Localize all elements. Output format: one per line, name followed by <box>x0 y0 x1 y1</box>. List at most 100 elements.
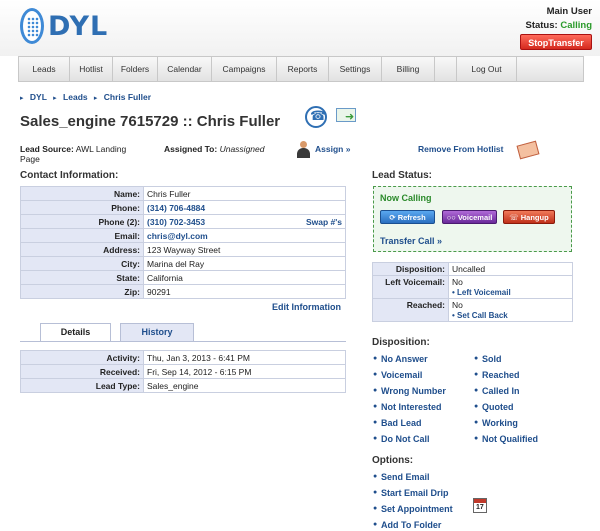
option-start-email-drip[interactable]: Start Email Drip <box>381 488 449 498</box>
logo-keypad-icon <box>20 8 44 44</box>
assign-link[interactable]: Assign » <box>315 144 350 154</box>
tab-history[interactable]: History <box>120 323 194 341</box>
refresh-button[interactable]: ⟳ Refresh <box>380 210 435 224</box>
disposition-sold[interactable]: Sold <box>482 354 502 364</box>
hangup-button[interactable]: ☏ Hangup <box>503 210 555 224</box>
send-email-icon[interactable] <box>336 108 356 123</box>
field-label: Phone (2): <box>20 214 144 229</box>
bullet-icon: ● <box>373 355 378 362</box>
page-title: Sales_engine 7615729 :: Chris Fuller <box>20 113 281 130</box>
edit-information-link[interactable]: Edit Information <box>272 302 341 312</box>
disposition-reached[interactable]: Reached <box>482 370 520 380</box>
user-name: Main User <box>546 6 592 17</box>
field-label: Address: <box>20 242 144 257</box>
option-send-email[interactable]: Send Email <box>381 472 430 482</box>
breadcrumb-lead-name[interactable]: Chris Fuller <box>104 92 151 102</box>
phone-link[interactable]: (314) 706-4884 <box>147 203 205 213</box>
tab-divider <box>20 341 346 342</box>
lead-status-header: Lead Status: <box>372 170 433 181</box>
bullet-icon: ● <box>373 419 378 426</box>
disposition-voicemail[interactable]: Voicemail <box>381 370 422 380</box>
nav-reports[interactable]: Reports <box>277 57 329 81</box>
bullet-icon: ● <box>373 473 378 480</box>
status-value: Calling <box>560 20 592 31</box>
zip-value: 90291 <box>143 284 346 299</box>
address-value: 123 Wayway Street <box>143 242 346 257</box>
disposition-quoted[interactable]: Quoted <box>482 402 514 412</box>
city-value: Marina del Ray <box>143 256 346 271</box>
bullet-icon: ● <box>373 489 378 496</box>
bullet-icon: ● <box>474 403 479 410</box>
disposition-no-answer[interactable]: No Answer <box>381 354 428 364</box>
table-row: Disposition: Uncalled <box>372 262 573 276</box>
nav-calendar[interactable]: Calendar <box>158 57 212 81</box>
bullet-icon: ● <box>373 403 378 410</box>
disposition-working[interactable]: Working <box>482 418 518 428</box>
field-label: Disposition: <box>372 262 449 276</box>
call-status: Status: Calling <box>520 19 592 33</box>
refresh-label: Refresh <box>397 213 426 222</box>
left-voicemail-cell: No • Left Voicemail <box>448 275 573 299</box>
phone2-value-cell: (310) 702-3453 Swap #'s <box>143 214 346 229</box>
hangup-phone-icon: ☏ <box>509 213 521 222</box>
field-label: Phone: <box>20 200 144 215</box>
email-link[interactable]: chris@dyl.com <box>147 231 208 241</box>
nav-leads[interactable]: Leads <box>19 57 70 81</box>
assigned-to: Assigned To: Unassigned <box>164 144 264 154</box>
lead-source-label: Lead Source: <box>20 144 74 154</box>
dyl-logo[interactable]: DYL <box>20 8 108 44</box>
hotlist-tag-icon[interactable] <box>516 140 540 160</box>
nav-settings[interactable]: Settings <box>329 57 382 81</box>
transfer-call-link[interactable]: Transfer Call » <box>380 236 442 246</box>
bullet-icon: ● <box>373 371 378 378</box>
activity-value: Thu, Jan 3, 2013 - 6:41 PM <box>143 350 346 365</box>
option-set-appointment[interactable]: Set Appointment <box>381 504 453 514</box>
now-calling-label: Now Calling <box>380 193 432 203</box>
call-control-box: Now Calling ⟳ Refresh ○○ Voicemail ☏ Han… <box>373 186 572 252</box>
field-label: City: <box>20 256 144 271</box>
nav-logout[interactable]: Log Out <box>457 57 517 81</box>
assigned-to-label: Assigned To: <box>164 144 218 154</box>
option-add-to-folder[interactable]: Add To Folder <box>381 520 441 530</box>
user-status-box: Main User Status: Calling StopTransfer <box>520 5 592 51</box>
disposition-not-interested[interactable]: Not Interested <box>381 402 442 412</box>
reached-cell: No • Set Call Back <box>448 298 573 322</box>
tab-details[interactable]: Details <box>40 323 111 341</box>
disposition-called-in[interactable]: Called In <box>482 386 520 396</box>
phone2-link[interactable]: (310) 702-3453 <box>147 217 205 227</box>
bullet-icon: ● <box>373 387 378 394</box>
disposition-bad-lead[interactable]: Bad Lead <box>381 418 422 428</box>
reached-value: No <box>452 300 463 310</box>
disposition-not-qualified[interactable]: Not Qualified <box>482 434 538 444</box>
call-phone-icon[interactable] <box>305 106 327 128</box>
stop-transfer-button[interactable]: StopTransfer <box>520 34 592 50</box>
received-value: Fri, Sep 14, 2012 - 6:15 PM <box>143 364 346 379</box>
remove-from-hotlist-link[interactable]: Remove From Hotlist <box>418 144 504 154</box>
main-nav: Leads Hotlist Folders Calendar Campaigns… <box>18 56 584 82</box>
nav-billing[interactable]: Billing <box>382 57 435 81</box>
disposition-header: Disposition: <box>372 337 430 348</box>
nav-hotlist[interactable]: Hotlist <box>70 57 113 81</box>
breadcrumb-dyl[interactable]: DYL <box>30 92 47 102</box>
nav-campaigns[interactable]: Campaigns <box>212 57 277 81</box>
table-row: Zip: 90291 <box>20 284 346 299</box>
calendar-icon[interactable]: 17 <box>473 498 487 513</box>
breadcrumb-leads[interactable]: Leads <box>63 92 88 102</box>
bullet-icon: ● <box>474 355 479 362</box>
contact-info-table: Name: Chris Fuller Phone: (314) 706-4884 P… <box>20 186 346 299</box>
swap-numbers-link[interactable]: Swap #'s <box>306 217 342 227</box>
field-label: Zip: <box>20 284 144 299</box>
table-row: Reached: No • Set Call Back <box>372 298 573 322</box>
nav-folders[interactable]: Folders <box>113 57 158 81</box>
voicemail-button[interactable]: ○○ Voicemail <box>442 210 497 224</box>
table-row: Activity: Thu, Jan 3, 2013 - 6:41 PM <box>20 350 346 365</box>
left-voicemail-value: No <box>452 277 463 287</box>
user-avatar-icon <box>297 141 310 158</box>
set-call-back-link[interactable]: • Set Call Back <box>452 311 569 320</box>
left-voicemail-link[interactable]: • Left Voicemail <box>452 288 569 297</box>
disposition-do-not-call[interactable]: Do Not Call <box>381 434 430 444</box>
disposition-wrong-number[interactable]: Wrong Number <box>381 386 446 396</box>
lead-source: Lead Source: AWL Landing Page <box>20 144 145 164</box>
details-table: Activity: Thu, Jan 3, 2013 - 6:41 PM Rece… <box>20 350 346 393</box>
lead-status-table: Disposition: Uncalled Left Voicemail: No •… <box>372 262 573 322</box>
